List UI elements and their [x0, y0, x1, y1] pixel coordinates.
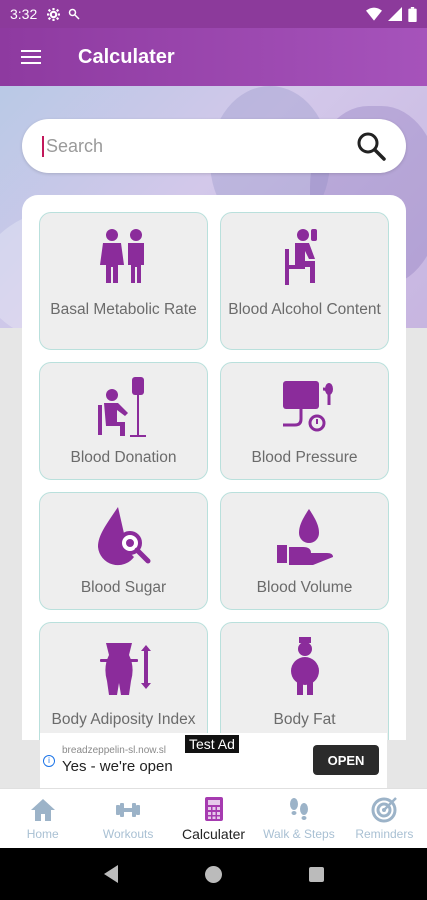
calculator-icon: [204, 797, 223, 821]
hamburger-icon: [21, 56, 41, 58]
tile-blood-sugar[interactable]: Blood Sugar: [39, 492, 208, 610]
status-bar: 3:32: [0, 0, 427, 28]
search-input[interactable]: [42, 135, 356, 157]
body-fat-person-icon: [290, 637, 319, 695]
tile-blood-volume[interactable]: Blood Volume: [220, 492, 389, 610]
signal-icon: [388, 7, 402, 21]
tile-blood-alcohol-content[interactable]: Blood Alcohol Content: [220, 212, 389, 350]
blood-drop-magnifier-icon: [97, 507, 150, 566]
app-bar: Calculater: [0, 28, 427, 86]
couple-icon: [99, 229, 144, 283]
system-navigation-bar: [0, 848, 427, 900]
ad-headline: Yes - we're open: [62, 758, 173, 775]
ad-info-icon[interactable]: i: [43, 755, 55, 767]
nav-label: Home: [26, 827, 59, 841]
wifi-icon: [366, 7, 382, 21]
ad-banner[interactable]: breadzeppelin-sl.now.sl Test Ad i Yes - …: [40, 733, 387, 788]
battery-icon: [408, 6, 417, 22]
tile-label: Basal Metabolic Rate: [50, 301, 197, 318]
nav-reminders[interactable]: Reminders: [342, 789, 427, 848]
tile-body-adiposity-index[interactable]: Body Adiposity Index: [39, 622, 208, 740]
menu-button[interactable]: [0, 28, 62, 86]
waist-measure-icon: [99, 643, 151, 695]
calculator-list-card: Basal Metabolic Rate Blood Alcohol Conte…: [22, 195, 406, 740]
home-circle-icon[interactable]: [204, 865, 222, 883]
test-ad-badge: Test Ad: [185, 735, 239, 753]
nav-label: Reminders: [355, 827, 414, 841]
tile-label: Blood Volume: [256, 579, 353, 596]
back-icon[interactable]: [103, 865, 118, 883]
page-title: Calculater: [78, 45, 175, 68]
nav-walk-steps[interactable]: Walk & Steps: [256, 789, 341, 848]
tile-label: Body Fat: [273, 711, 336, 728]
recent-apps-icon[interactable]: [308, 866, 324, 882]
nav-workouts[interactable]: Workouts: [85, 789, 170, 848]
tile-label: Blood Donation: [70, 449, 177, 466]
ad-open-button[interactable]: OPEN: [313, 745, 379, 775]
tile-label: Body Adiposity Index: [51, 711, 196, 728]
target-icon: [371, 797, 398, 823]
calculator-grid: Basal Metabolic Rate Blood Alcohol Conte…: [39, 212, 389, 740]
tile-body-fat[interactable]: Body Fat: [220, 622, 389, 740]
settings-icon: [47, 7, 61, 21]
nav-label: Calculater: [182, 826, 246, 842]
ad-url: breadzeppelin-sl.now.sl: [62, 745, 166, 756]
footsteps-icon: [289, 798, 308, 820]
blood-donation-icon: [97, 377, 146, 437]
search-bar: [22, 119, 406, 173]
tile-label: Blood Alcohol Content: [228, 301, 381, 318]
bottom-navigation: Home Workouts Calculater Walk & Steps Re…: [0, 788, 427, 848]
tile-label: Blood Pressure: [251, 449, 358, 466]
nav-home[interactable]: Home: [0, 789, 85, 848]
tile-blood-pressure[interactable]: Blood Pressure: [220, 362, 389, 480]
drop-on-hand-icon: [276, 509, 333, 565]
tile-label: Blood Sugar: [80, 579, 167, 596]
blood-pressure-monitor-icon: [282, 381, 333, 432]
drinking-person-icon: [284, 229, 317, 285]
dumbbell-icon: [116, 803, 141, 817]
home-icon: [30, 799, 55, 821]
status-time: 3:32: [10, 6, 38, 22]
search-icon[interactable]: [356, 131, 386, 161]
nav-label: Walk & Steps: [263, 827, 335, 841]
nav-label: Workouts: [102, 827, 154, 841]
nav-calculater[interactable]: Calculater: [171, 789, 256, 848]
tile-basal-metabolic-rate[interactable]: Basal Metabolic Rate: [39, 212, 208, 350]
search-status-icon: [69, 8, 80, 20]
tile-blood-donation[interactable]: Blood Donation: [39, 362, 208, 480]
